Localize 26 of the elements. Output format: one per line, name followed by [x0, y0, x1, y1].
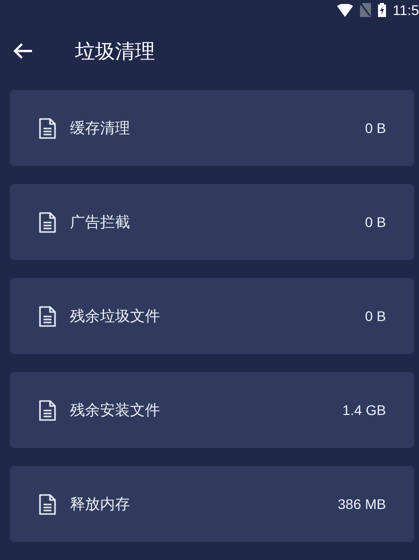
item-size: 0 B: [364, 308, 386, 324]
item-size: 0 B: [364, 120, 386, 136]
list-item[interactable]: 残余垃圾文件 0 B: [10, 278, 414, 354]
document-icon: [39, 118, 56, 138]
page-title: 垃圾清理: [75, 38, 155, 64]
list-item[interactable]: 缓存清理 0 B: [10, 90, 414, 166]
item-label: 释放内存: [70, 494, 131, 514]
item-label: 缓存清理: [70, 118, 131, 138]
back-arrow-icon[interactable]: [13, 43, 33, 59]
list-item[interactable]: 广告拦截 0 B: [10, 184, 414, 260]
wifi-icon: [336, 4, 353, 16]
item-label: 广告拦截: [70, 212, 131, 232]
item-size: 1.4 GB: [342, 402, 386, 418]
status-time: 11:5: [392, 2, 419, 18]
battery-icon: [378, 3, 386, 17]
item-size: 0 B: [364, 214, 386, 230]
document-icon: [39, 400, 56, 420]
no-sim-icon: [360, 3, 371, 17]
item-label: 残余垃圾文件: [70, 306, 161, 326]
list-item[interactable]: 残余安装文件 1.4 GB: [10, 372, 414, 448]
document-icon: [39, 494, 56, 514]
item-label: 残余安装文件: [70, 400, 161, 420]
document-icon: [39, 212, 56, 232]
item-size: 386 MB: [338, 496, 386, 512]
list-item[interactable]: 释放内存 386 MB: [10, 466, 414, 542]
document-icon: [39, 306, 56, 326]
